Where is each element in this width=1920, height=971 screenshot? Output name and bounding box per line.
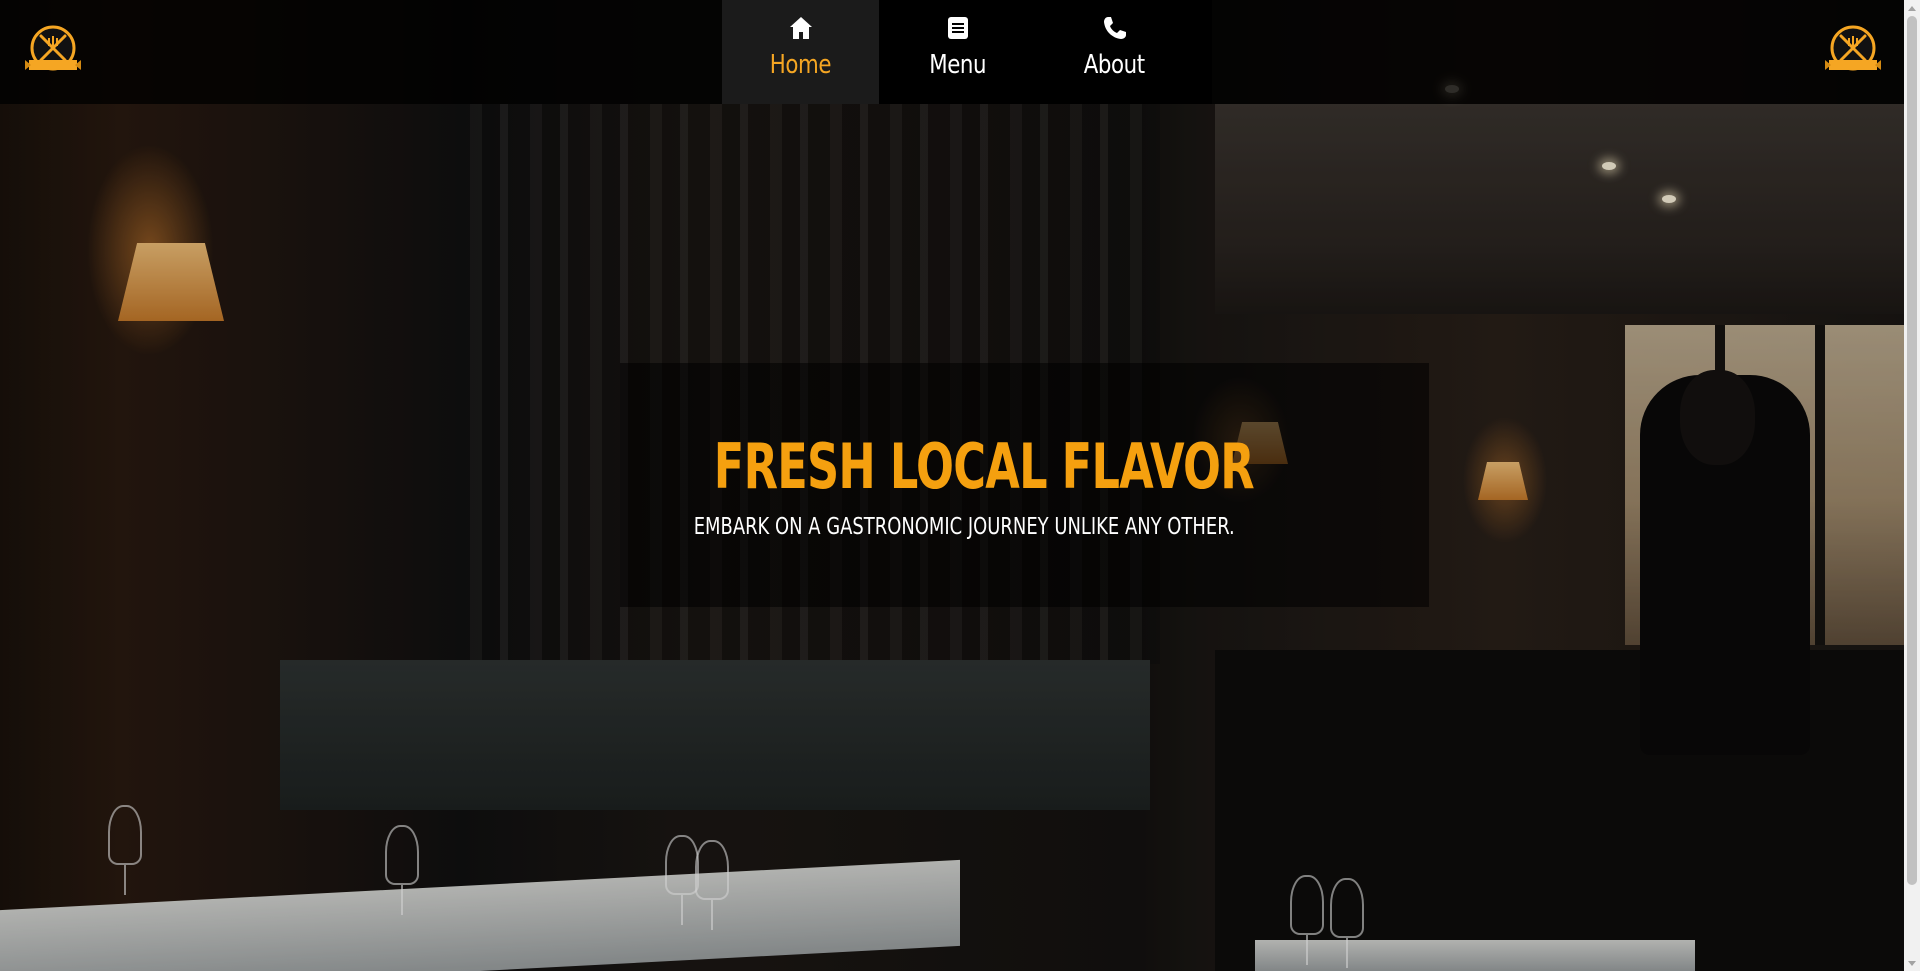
main-nav: Home Menu About: [722, 0, 1212, 104]
restaurant-logo-icon[interactable]: [25, 24, 81, 76]
nav-label-menu: Menu: [929, 50, 986, 80]
top-navigation-bar: Home Menu About: [0, 0, 1904, 104]
nav-item-menu[interactable]: Menu: [879, 0, 1036, 104]
hero-subtitle: EMBARK ON A GASTRONOMIC JOURNEY UNLIKE A…: [693, 514, 1235, 540]
arrow-up-icon: [1908, 5, 1916, 11]
hero-title: FRESH LOCAL FLAVOR: [713, 430, 1255, 503]
menu-document-icon: [947, 17, 968, 39]
phone-icon: [1103, 17, 1126, 39]
page-scrollbar[interactable]: [1904, 0, 1920, 971]
arrow-down-icon: [1908, 960, 1916, 966]
nav-label-about: About: [1084, 50, 1145, 80]
nav-item-home[interactable]: Home: [722, 0, 879, 104]
scroll-down-button[interactable]: [1904, 955, 1920, 971]
scrollbar-thumb[interactable]: [1907, 16, 1917, 885]
nav-label-home: Home: [769, 50, 832, 80]
scroll-up-button[interactable]: [1904, 0, 1920, 16]
home-icon: [789, 17, 812, 39]
restaurant-logo-icon[interactable]: [1825, 24, 1881, 76]
nav-item-about[interactable]: About: [1036, 0, 1193, 104]
